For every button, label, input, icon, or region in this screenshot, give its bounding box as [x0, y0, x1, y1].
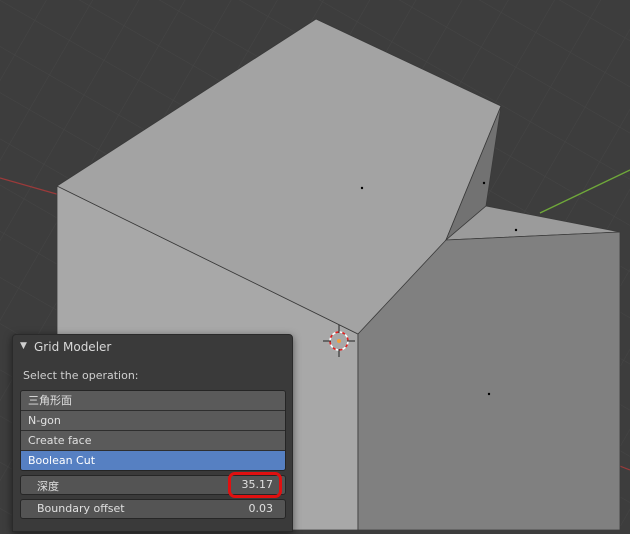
operation-item-create-face[interactable]: Create face: [21, 431, 285, 451]
depth-field[interactable]: 深度 35.17: [20, 472, 286, 498]
boundary-offset-value: 0.03: [248, 502, 274, 515]
operation-item-triangle[interactable]: 三角形面: [21, 391, 285, 411]
panel-header[interactable]: ▼ Grid Modeler: [13, 335, 292, 359]
face-dot: [514, 228, 518, 232]
depth-label: 深度: [37, 480, 59, 493]
face-dot: [487, 392, 491, 396]
face-dot: [360, 186, 364, 190]
collapse-triangle-icon[interactable]: ▼: [20, 341, 27, 351]
panel-title: Grid Modeler: [34, 340, 112, 354]
operation-item-boolean-cut[interactable]: Boolean Cut: [21, 451, 285, 470]
operation-prompt: Select the operation:: [23, 369, 139, 382]
operation-list: 三角形面 N-gon Create face Boolean Cut: [20, 390, 286, 471]
face-dot: [482, 181, 486, 185]
highlight-ring: [228, 472, 282, 498]
boundary-offset-field[interactable]: Boundary offset 0.03: [20, 499, 286, 519]
grid-modeler-panel: ▼ Grid Modeler Select the operation: 三角形…: [12, 334, 293, 532]
operation-item-ngon[interactable]: N-gon: [21, 411, 285, 431]
boundary-offset-label: Boundary offset: [37, 502, 125, 515]
